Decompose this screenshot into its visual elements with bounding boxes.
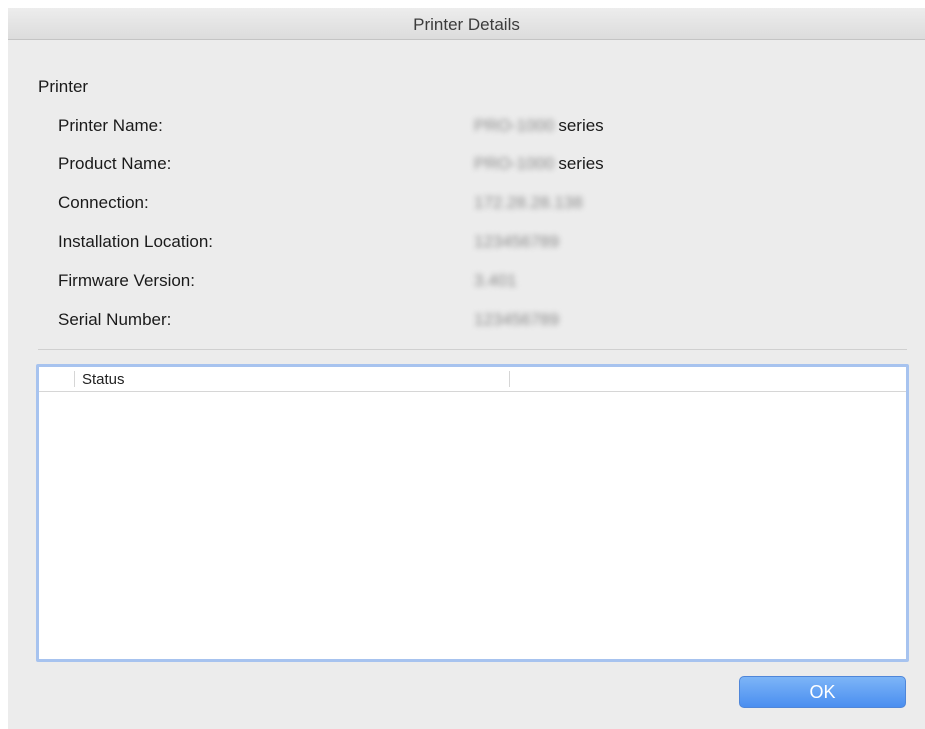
product-name-suffix: series bbox=[558, 154, 604, 173]
installation-location-value: 123456789 bbox=[474, 232, 559, 252]
status-table-header: Status bbox=[39, 367, 906, 392]
column-separator bbox=[74, 371, 75, 387]
installation-location-blurred: 123456789 bbox=[474, 232, 560, 251]
connection-row: Connection: 172.28.28.138 bbox=[58, 193, 918, 217]
window-title: Printer Details bbox=[413, 15, 520, 34]
printer-name-row: Printer Name: PRO-1000 series bbox=[58, 116, 918, 140]
printer-group-label: Printer bbox=[38, 77, 89, 96]
printer-details-window: Printer Details Printer Printer Name: PR… bbox=[8, 8, 925, 729]
product-name-label: Product Name: bbox=[58, 154, 172, 173]
installation-location-row: Installation Location: 123456789 bbox=[58, 232, 918, 256]
connection-value: 172.28.28.138 bbox=[474, 193, 583, 213]
product-name-value: PRO-1000 series bbox=[474, 154, 604, 174]
printer-name-label: Printer Name: bbox=[58, 116, 163, 135]
product-name-row: Product Name: PRO-1000 series bbox=[58, 154, 918, 178]
installation-location-label: Installation Location: bbox=[58, 232, 213, 251]
firmware-version-label: Firmware Version: bbox=[58, 271, 195, 290]
connection-blurred: 172.28.28.138 bbox=[474, 193, 583, 212]
firmware-version-value: 3.401 bbox=[474, 271, 517, 291]
section-divider bbox=[38, 349, 907, 350]
serial-number-value: 123456789 bbox=[474, 310, 559, 330]
firmware-version-row: Firmware Version: 3.401 bbox=[58, 271, 918, 295]
title-bar[interactable]: Printer Details bbox=[8, 8, 925, 40]
printer-name-value: PRO-1000 series bbox=[474, 116, 604, 136]
column-separator bbox=[509, 371, 510, 387]
connection-label: Connection: bbox=[58, 193, 149, 212]
printer-name-blurred: PRO-1000 bbox=[474, 116, 555, 135]
printer-name-suffix: series bbox=[558, 116, 604, 135]
serial-number-blurred: 123456789 bbox=[474, 310, 560, 329]
serial-number-row: Serial Number: 123456789 bbox=[58, 310, 918, 334]
serial-number-label: Serial Number: bbox=[58, 310, 172, 329]
product-name-blurred: PRO-1000 bbox=[474, 154, 555, 173]
ok-button[interactable]: OK bbox=[739, 676, 906, 708]
status-list[interactable]: Status bbox=[36, 364, 909, 662]
firmware-version-blurred: 3.401 bbox=[474, 271, 517, 290]
status-column-header[interactable]: Status bbox=[82, 371, 125, 388]
